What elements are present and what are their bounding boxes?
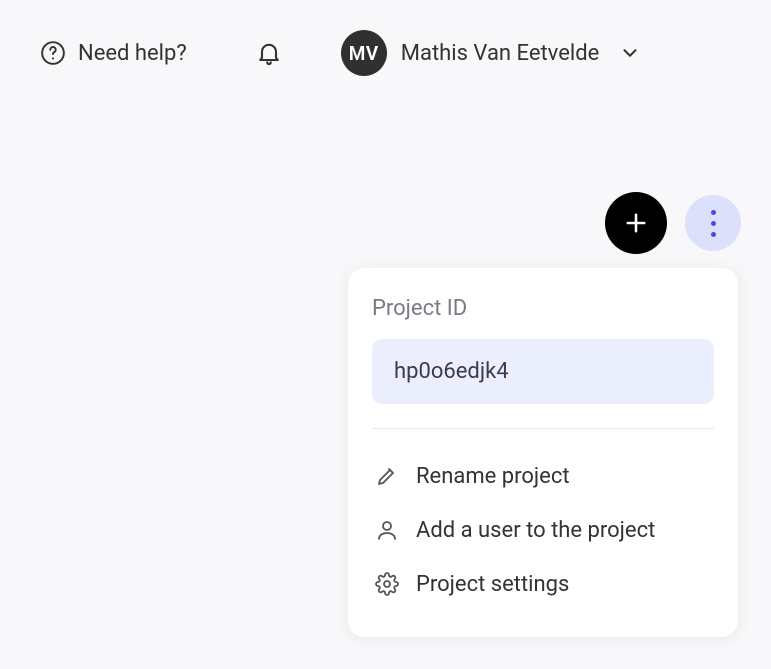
chevron-down-icon	[619, 42, 641, 64]
user-name: Mathis Van Eetvelde	[401, 41, 600, 66]
add-button[interactable]	[605, 192, 667, 254]
project-settings-label: Project settings	[416, 572, 569, 597]
plus-icon	[622, 209, 650, 237]
more-vertical-icon	[711, 210, 716, 237]
more-options-button[interactable]	[685, 195, 741, 251]
avatar: MV	[341, 30, 387, 76]
notifications-button[interactable]	[255, 39, 283, 67]
avatar-initials: MV	[349, 42, 379, 65]
need-help-label: Need help?	[78, 41, 187, 66]
topbar: Need help? MV Mathis Van Eetvelde	[0, 0, 771, 76]
project-id-value[interactable]: hp0o6edjk4	[372, 339, 714, 404]
bell-icon	[255, 39, 283, 67]
add-user-label: Add a user to the project	[416, 518, 655, 543]
need-help-link[interactable]: Need help?	[40, 40, 187, 66]
project-dropdown: Project ID hp0o6edjk4 Rename project Add…	[348, 268, 738, 637]
user-icon	[374, 517, 400, 543]
action-row	[605, 192, 741, 254]
rename-project-item[interactable]: Rename project	[372, 449, 714, 503]
rename-project-label: Rename project	[416, 464, 570, 489]
project-settings-item[interactable]: Project settings	[372, 557, 714, 611]
divider	[372, 428, 714, 429]
pencil-icon	[374, 463, 400, 489]
gear-icon	[374, 571, 400, 597]
user-menu[interactable]: MV Mathis Van Eetvelde	[341, 30, 642, 76]
add-user-item[interactable]: Add a user to the project	[372, 503, 714, 557]
project-id-label: Project ID	[372, 296, 714, 321]
help-icon	[40, 40, 66, 66]
